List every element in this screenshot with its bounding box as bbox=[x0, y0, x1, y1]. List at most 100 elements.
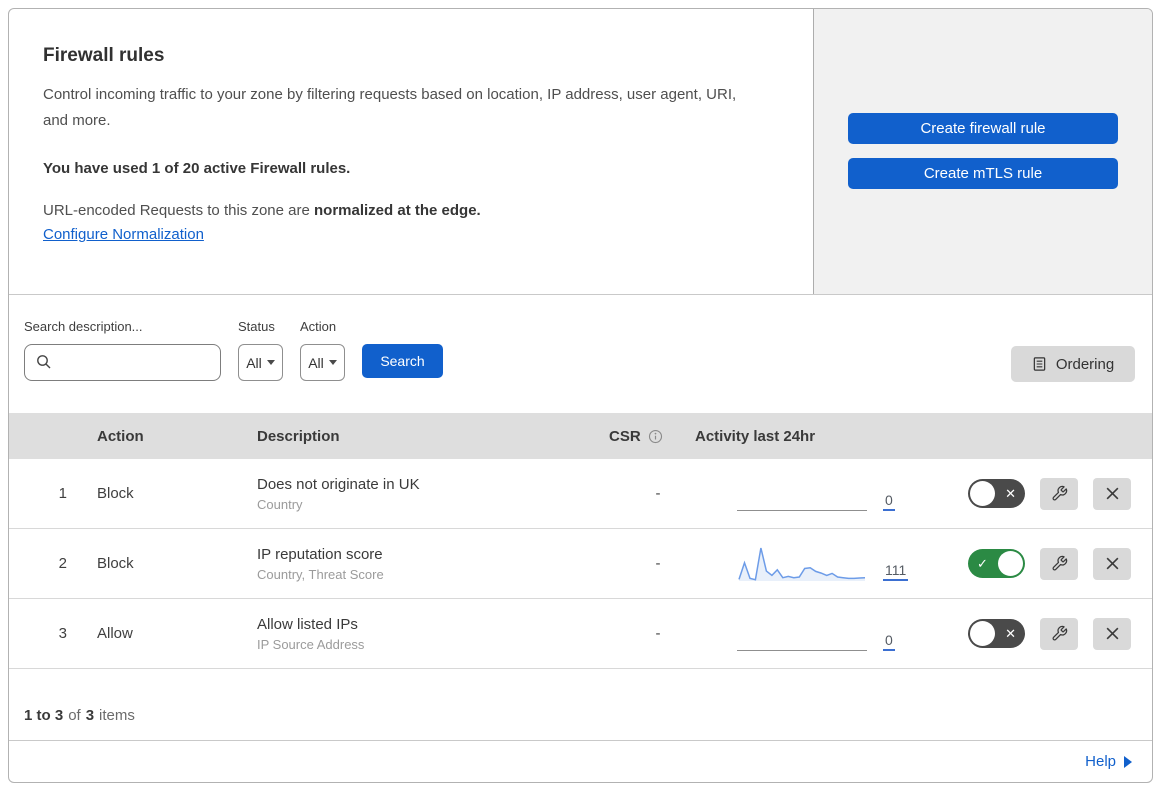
activity-count-link[interactable]: 111 bbox=[883, 562, 909, 581]
actions-panel: Create firewall rule Create mTLS rule bbox=[813, 9, 1152, 294]
top-section: Firewall rules Control incoming traffic … bbox=[9, 9, 1152, 295]
column-header-description: Description bbox=[257, 427, 340, 445]
search-box bbox=[24, 344, 221, 381]
activity-sparkline bbox=[737, 474, 867, 514]
rule-csr-value: - bbox=[655, 485, 661, 502]
table-row: 2 Block IP reputation score Country, Thr… bbox=[9, 529, 1152, 599]
rule-action: Block bbox=[97, 485, 134, 502]
close-icon bbox=[1106, 487, 1118, 500]
x-icon: ✕ bbox=[1005, 625, 1016, 641]
wrench-icon bbox=[1052, 485, 1067, 501]
normalization-bold: normalized at the edge. bbox=[314, 202, 481, 219]
rule-action: Block bbox=[97, 555, 134, 572]
action-label: Action bbox=[300, 319, 337, 334]
activity-sparkline bbox=[737, 544, 867, 584]
arrow-right-icon bbox=[1124, 755, 1132, 768]
rule-description-cell: Does not originate in UK Country bbox=[257, 476, 587, 512]
action-dropdown-value: All bbox=[308, 354, 324, 371]
table-header: Action Description CSR Activity last 24h… bbox=[9, 413, 1152, 459]
status-filter-group: Status All bbox=[238, 319, 283, 413]
rule-controls: ✓ ✕ bbox=[919, 477, 1152, 510]
search-button[interactable]: Search bbox=[362, 344, 443, 378]
activity-count-link[interactable]: 0 bbox=[883, 632, 895, 651]
normalization-prefix: URL-encoded Requests to this zone are bbox=[43, 202, 310, 219]
intro-card: Firewall rules Control incoming traffic … bbox=[9, 9, 813, 294]
toggle-knob bbox=[970, 621, 995, 646]
rule-enabled-toggle[interactable]: ✓ ✕ bbox=[968, 479, 1025, 508]
help-bar: Help bbox=[9, 741, 1152, 782]
status-dropdown-value: All bbox=[246, 354, 262, 371]
rule-description-cell: Allow listed IPs IP Source Address bbox=[257, 616, 587, 652]
activity-count-link[interactable]: 0 bbox=[883, 492, 895, 511]
page-description: Control incoming traffic to your zone by… bbox=[43, 86, 737, 129]
status-label: Status bbox=[238, 319, 275, 334]
rule-priority: 2 bbox=[58, 555, 67, 572]
create-firewall-rule-button[interactable]: Create firewall rule bbox=[848, 113, 1118, 144]
rule-criteria: Country bbox=[257, 496, 303, 512]
rule-activity-cell: 0 bbox=[695, 614, 919, 654]
of-label: of bbox=[68, 707, 81, 724]
rule-description: IP reputation score bbox=[257, 545, 383, 563]
rule-enabled-toggle[interactable]: ✓ ✕ bbox=[968, 619, 1025, 648]
rule-csr-value: - bbox=[655, 555, 661, 572]
column-header-csr: CSR bbox=[587, 428, 695, 445]
list-icon bbox=[1033, 357, 1046, 371]
rule-priority: 1 bbox=[58, 485, 67, 502]
action-dropdown[interactable]: All bbox=[300, 344, 345, 381]
close-icon bbox=[1106, 557, 1118, 570]
column-header-action: Action bbox=[97, 427, 144, 445]
search-label: Search description... bbox=[24, 319, 143, 334]
pagination-summary: 1 to 3 of 3 items bbox=[9, 669, 1152, 741]
help-link-label: Help bbox=[1085, 753, 1116, 770]
chevron-down-icon bbox=[266, 360, 275, 365]
filter-bar: Search description... Status All Action … bbox=[9, 295, 1152, 413]
rule-action: Allow bbox=[97, 625, 133, 642]
rule-criteria: IP Source Address bbox=[257, 636, 365, 652]
help-link[interactable]: Help bbox=[1085, 753, 1132, 770]
rule-priority: 3 bbox=[58, 625, 67, 642]
items-label: items bbox=[99, 707, 135, 724]
close-icon bbox=[1106, 627, 1118, 640]
ordering-button-label: Ordering bbox=[1055, 355, 1115, 373]
rule-activity-cell: 0 bbox=[695, 474, 919, 514]
table-row: 1 Block Does not originate in UK Country… bbox=[9, 459, 1152, 529]
wrench-icon bbox=[1052, 625, 1067, 641]
activity-sparkline bbox=[737, 614, 867, 654]
column-header-activity: Activity last 24hr bbox=[695, 427, 816, 445]
rule-criteria: Country, Threat Score bbox=[257, 566, 384, 582]
delete-rule-button[interactable] bbox=[1093, 477, 1131, 510]
page-title: Firewall rules bbox=[43, 45, 165, 66]
delete-rule-button[interactable] bbox=[1093, 547, 1131, 580]
rule-controls: ✓ ✕ bbox=[919, 617, 1152, 650]
toggle-knob bbox=[970, 481, 995, 506]
status-dropdown[interactable]: All bbox=[238, 344, 283, 381]
edit-rule-button[interactable] bbox=[1040, 477, 1078, 510]
rule-enabled-toggle[interactable]: ✓ ✕ bbox=[968, 549, 1025, 578]
wrench-icon bbox=[1052, 555, 1067, 571]
search-icon bbox=[37, 355, 51, 369]
info-icon[interactable] bbox=[648, 429, 663, 444]
items-total: 3 bbox=[85, 707, 95, 724]
configure-normalization-link[interactable]: Configure Normalization bbox=[43, 226, 204, 243]
rule-activity-cell: 111 bbox=[695, 544, 919, 584]
action-filter-group: Action All bbox=[300, 319, 345, 413]
edit-rule-button[interactable] bbox=[1040, 617, 1078, 650]
check-icon: ✓ bbox=[977, 555, 988, 571]
table-row: 3 Allow Allow listed IPs IP Source Addre… bbox=[9, 599, 1152, 669]
rule-controls: ✓ ✕ bbox=[919, 547, 1152, 580]
search-group: Search description... bbox=[24, 319, 221, 413]
rule-description-cell: IP reputation score Country, Threat Scor… bbox=[257, 546, 587, 582]
rule-description: Allow listed IPs bbox=[257, 615, 358, 633]
search-input[interactable] bbox=[24, 344, 221, 381]
toggle-knob bbox=[998, 551, 1023, 576]
edit-rule-button[interactable] bbox=[1040, 547, 1078, 580]
normalization-note: URL-encoded Requests to this zone are no… bbox=[43, 202, 767, 219]
rule-description: Does not originate in UK bbox=[257, 475, 420, 493]
rule-csr-value: - bbox=[655, 625, 661, 642]
chevron-down-icon bbox=[328, 360, 337, 365]
delete-rule-button[interactable] bbox=[1093, 617, 1131, 650]
firewall-rules-card: Firewall rules Control incoming traffic … bbox=[8, 8, 1153, 783]
create-mtls-rule-button[interactable]: Create mTLS rule bbox=[848, 158, 1118, 189]
items-range: 1 to 3 bbox=[24, 707, 64, 724]
ordering-button[interactable]: Ordering bbox=[1011, 346, 1135, 382]
